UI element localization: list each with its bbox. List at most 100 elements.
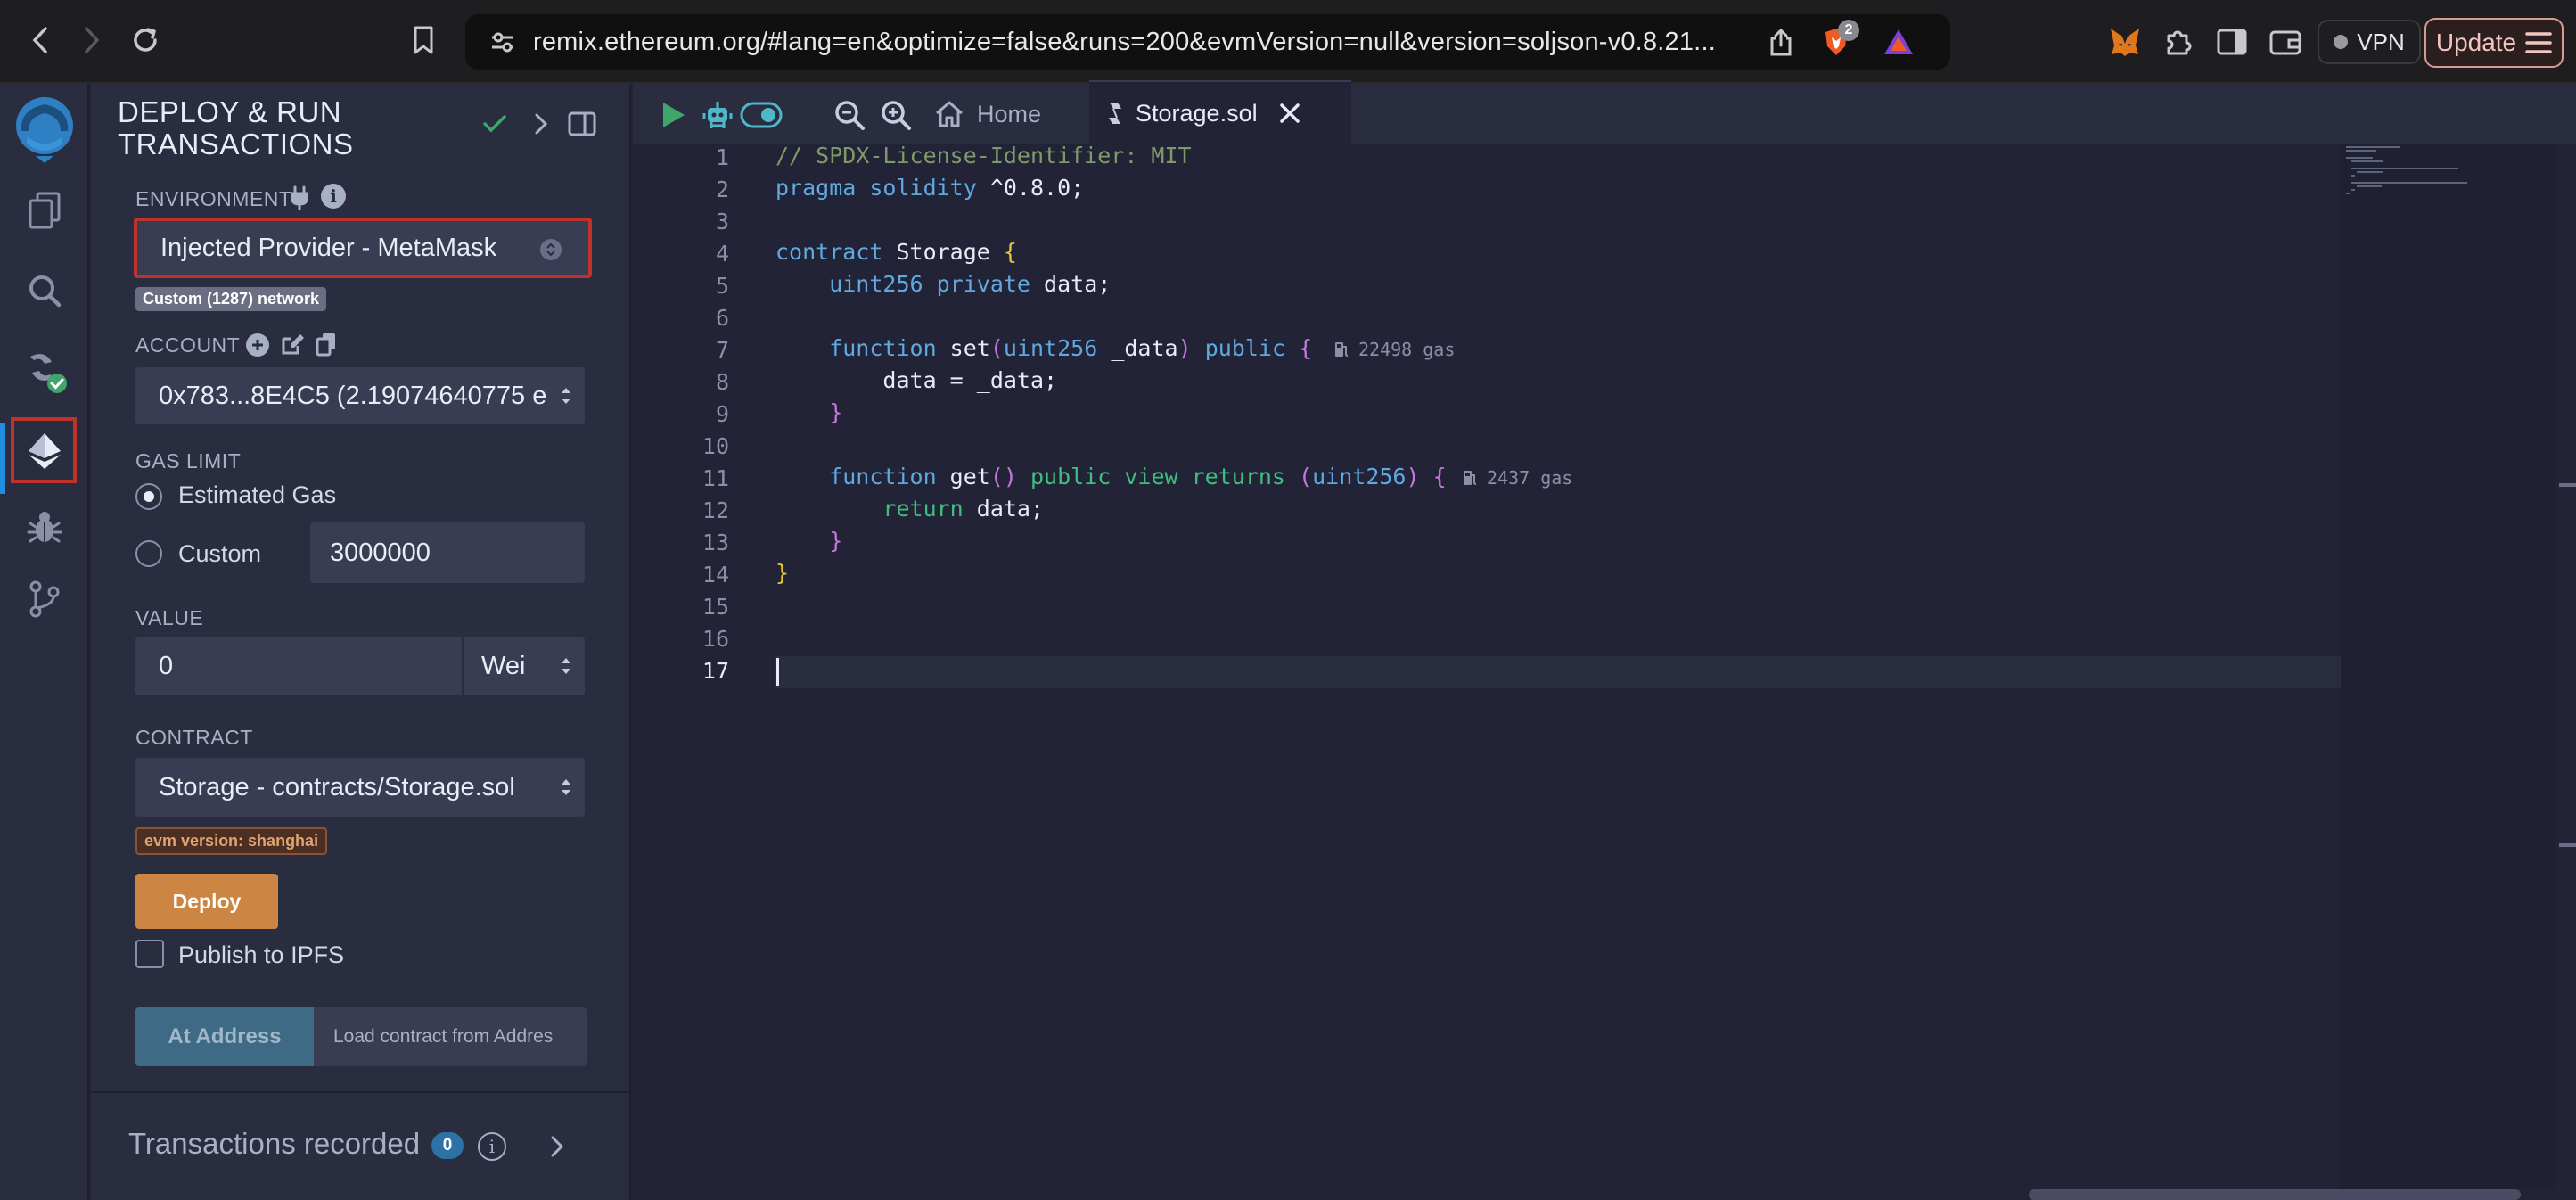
code-token: pragma solidity [775, 175, 977, 201]
at-address-button[interactable]: At Address [135, 1007, 314, 1066]
tab-home[interactable]: Home [927, 84, 1087, 144]
account-select[interactable]: 0x783...8E4C5 (2.19074640775 e [135, 367, 585, 424]
evm-version-badge: evm version: shanghai [135, 827, 328, 855]
estimated-gas-radio[interactable] [135, 483, 162, 510]
gas-estimate-get: 2437 gas [1462, 467, 1572, 489]
close-icon[interactable] [1279, 103, 1300, 124]
line-number: 14 [701, 562, 729, 588]
url-text[interactable]: remix.ethereum.org/#lang=en&optimize=fal… [533, 28, 1716, 57]
zoom-in-icon[interactable] [874, 93, 918, 137]
select-arrows-icon [540, 239, 562, 260]
add-account-icon[interactable] [246, 333, 269, 357]
horizontal-scrollbar[interactable] [2029, 1189, 2521, 1200]
site-settings-icon[interactable] [488, 28, 517, 56]
publish-ipfs-checkbox[interactable] [135, 940, 164, 968]
transactions-recorded-label[interactable]: Transactions recorded [128, 1127, 420, 1161]
reload-icon[interactable] [127, 21, 164, 59]
address-bar[interactable]: remix.ethereum.org/#lang=en&optimize=fal… [465, 14, 1950, 70]
autocomplete-toggle-icon[interactable] [736, 93, 786, 137]
metamask-icon[interactable] [2107, 24, 2143, 60]
info-icon[interactable]: i [478, 1132, 506, 1161]
forward-icon[interactable] [73, 21, 111, 59]
gas-limit-value: 3000000 [330, 538, 431, 567]
vpn-button[interactable]: VPN [2318, 20, 2421, 64]
vpn-status-dot [2334, 35, 2349, 49]
tab-file-label: Storage.sol [1136, 99, 1258, 127]
section-divider [91, 1091, 631, 1093]
edit-icon[interactable] [280, 332, 305, 361]
git-icon[interactable] [20, 574, 70, 624]
scrollbar-marker [2559, 483, 2576, 487]
gas-set-value: 22498 gas [1358, 339, 1456, 360]
line-number: 7 [715, 337, 729, 363]
check-icon [480, 109, 510, 139]
gas-limit-input[interactable]: 3000000 [310, 522, 585, 583]
chevron-right-icon[interactable] [549, 1134, 565, 1163]
gas-get-value: 2437 gas [1487, 467, 1573, 489]
load-contract-input[interactable]: Load contract from Addres [314, 1007, 587, 1066]
custom-gas-label: Custom [178, 540, 262, 567]
value-unit-select[interactable]: Wei [464, 637, 585, 695]
menu-icon [2525, 32, 2552, 53]
panel-title-line2: TRANSACTIONS [118, 127, 354, 160]
debugger-icon[interactable] [20, 503, 70, 553]
line-number-current: 17 [701, 658, 729, 684]
editor-tab-bar [633, 84, 2576, 144]
code-token: { [1003, 239, 1017, 265]
wallet-icon[interactable] [2268, 24, 2303, 60]
deploy-button[interactable]: Deploy [135, 874, 278, 929]
bookmark-icon[interactable] [405, 21, 442, 59]
minimap-preview [2346, 146, 2467, 194]
tab-storage-sol[interactable]: Storage.sol [1089, 80, 1351, 144]
code-token: returns [1177, 464, 1285, 489]
remix-logo-icon[interactable] [7, 91, 82, 166]
brave-badge: 2 [1838, 20, 1859, 41]
network-badge: Custom (1287) network [135, 287, 327, 311]
custom-gas-radio[interactable] [135, 540, 162, 567]
publish-ipfs-label: Publish to IPFS [178, 941, 345, 968]
gas-estimate-set: 22498 gas [1333, 339, 1455, 360]
sidebar-toggle-icon[interactable] [2214, 24, 2250, 60]
vpn-label: VPN [2357, 28, 2405, 55]
share-icon[interactable] [1767, 28, 1795, 56]
file-explorer-icon[interactable] [20, 185, 70, 235]
code-line: uint256 private data; [775, 271, 1111, 297]
ai-assistant-icon[interactable] [695, 93, 740, 137]
run-script-icon[interactable] [651, 93, 695, 137]
vertical-scrollbar[interactable] [2555, 144, 2576, 1189]
code-token: contract [775, 239, 883, 265]
minimap[interactable] [2341, 144, 2555, 1189]
code-line: } [775, 560, 790, 586]
back-icon[interactable] [21, 21, 59, 59]
info-icon[interactable]: i [321, 184, 346, 209]
estimated-gas-label: Estimated Gas [178, 481, 337, 508]
at-address-label: At Address [168, 1024, 282, 1048]
zoom-out-icon[interactable] [827, 93, 872, 137]
line-number: 3 [715, 209, 729, 234]
code-line: } [775, 528, 843, 554]
update-button[interactable]: Update [2424, 18, 2564, 68]
line-number: 5 [715, 273, 729, 299]
value-amount: 0 [159, 651, 174, 680]
brave-rewards-icon[interactable] [1881, 28, 1916, 56]
deploy-run-highlight [11, 417, 77, 483]
line-number: 9 [715, 401, 729, 427]
pin-panel-icon[interactable] [567, 109, 597, 139]
chevron-right-icon[interactable] [526, 109, 556, 139]
gas-pump-icon [1464, 471, 1477, 485]
line-number-gutter: 1 2 3 4 5 6 7 8 9 10 11 12 13 14 15 16 1… [633, 144, 775, 1189]
environment-select[interactable]: Injected Provider - MetaMask [134, 218, 592, 278]
search-icon[interactable] [20, 266, 70, 316]
solidity-compiler-icon[interactable] [20, 346, 70, 396]
environment-label: ENVIRONMENT [135, 187, 292, 210]
value-input[interactable]: 0 [135, 637, 462, 695]
environment-value: Injected Provider - MetaMask [160, 233, 497, 262]
code-token: return [775, 496, 964, 522]
code-line: // SPDX-License-Identifier: MIT [775, 143, 1192, 168]
code-line: pragma solidity ^0.8.0; [775, 175, 1084, 201]
code-line: } [775, 399, 843, 425]
panel-title-line1: DEPLOY & RUN [118, 95, 342, 128]
contract-select[interactable]: Storage - contracts/Storage.sol [135, 758, 585, 817]
copy-icon[interactable] [316, 332, 337, 361]
extensions-icon[interactable] [2161, 24, 2196, 60]
